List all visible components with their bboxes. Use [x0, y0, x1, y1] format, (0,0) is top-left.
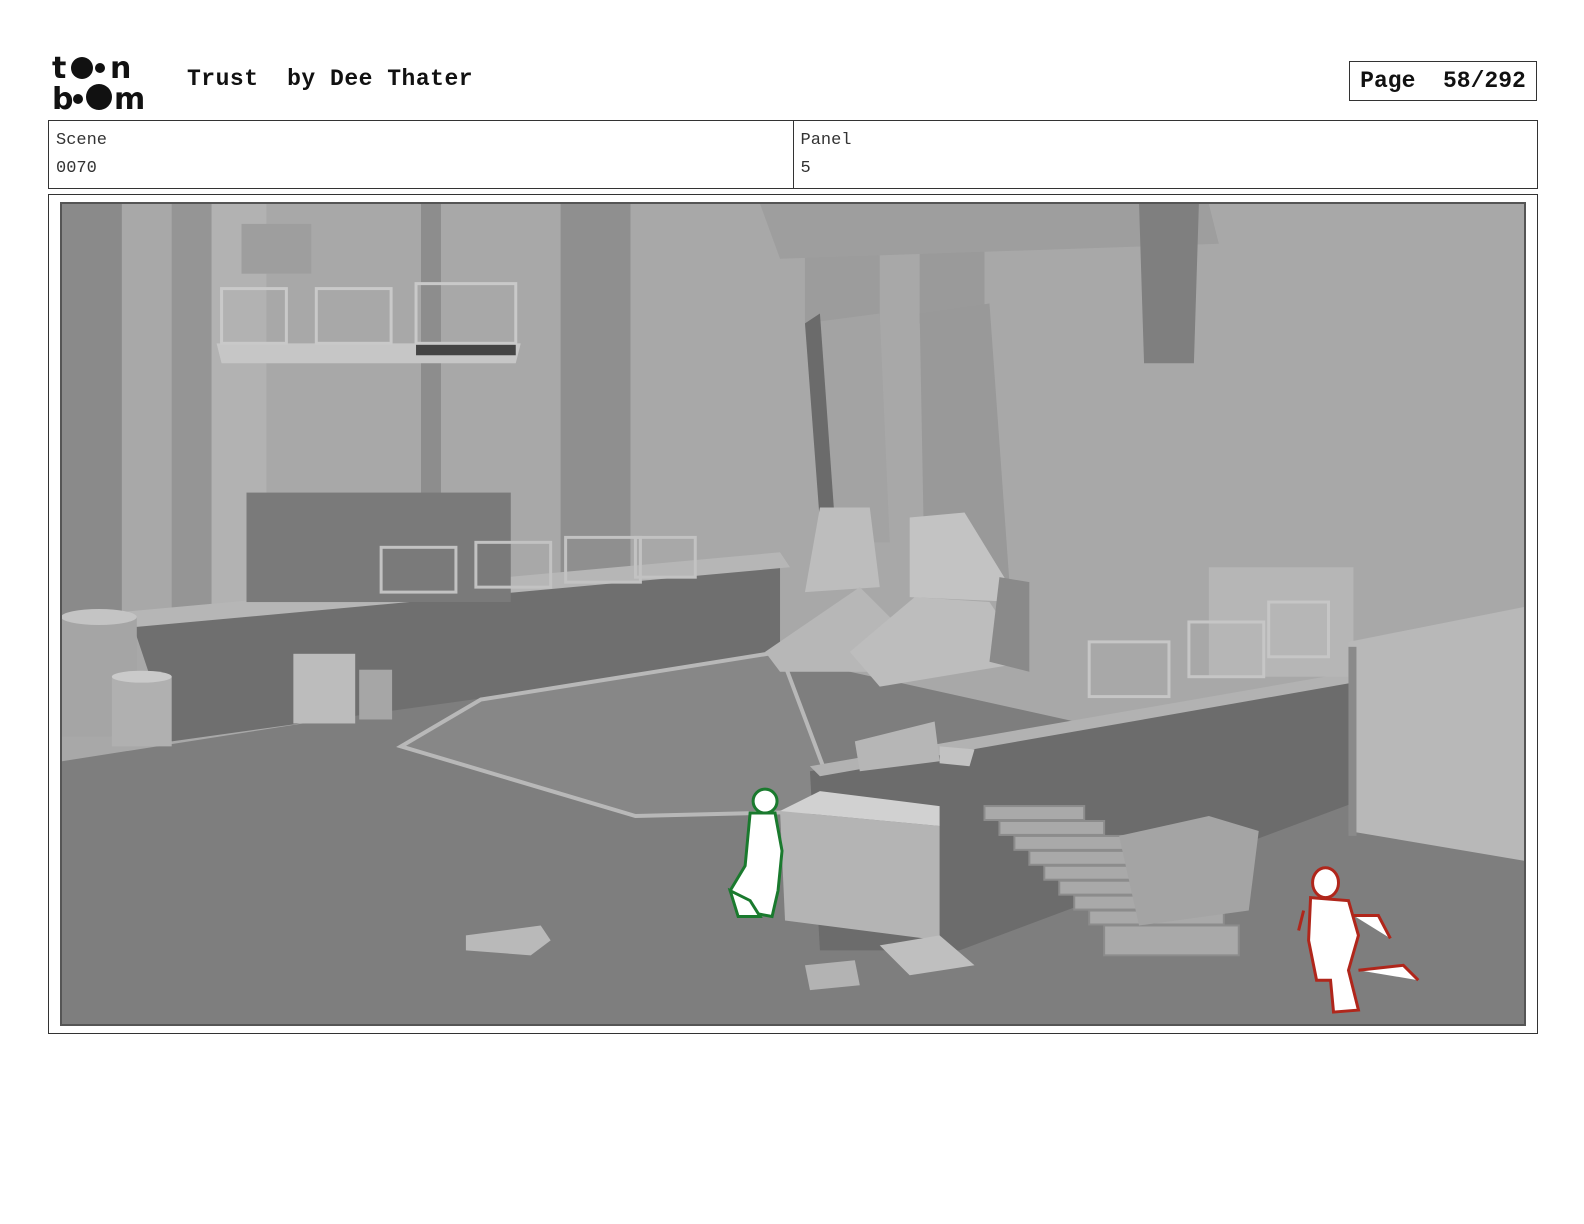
scene-cell: Scene 0070	[49, 121, 793, 188]
scene-value: 0070	[56, 159, 97, 178]
svg-text:b: b	[52, 82, 73, 112]
page-number: Page 58/292	[1349, 61, 1537, 101]
panel-value: 5	[800, 159, 811, 178]
svg-text:n: n	[110, 51, 131, 86]
panel-label: Panel	[800, 131, 852, 150]
toon-boom-logo: t n b m	[52, 50, 164, 117]
scene-panel-info: Scene 0070 Panel 5	[48, 120, 1538, 189]
document-title: Trust by Dee Thater	[187, 66, 474, 92]
svg-text:t: t	[52, 51, 66, 86]
storyboard-panel-image	[60, 202, 1526, 1026]
panel-cell: Panel 5	[792, 121, 1538, 188]
scene-label: Scene	[56, 131, 108, 150]
svg-text:m: m	[114, 82, 145, 112]
